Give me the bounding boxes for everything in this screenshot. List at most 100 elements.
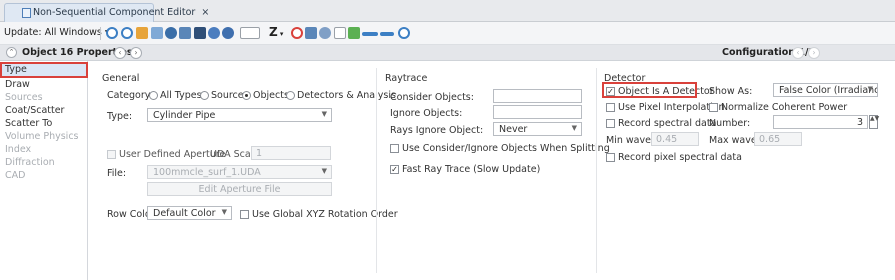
zoom-dropdown[interactable]: Z ▾ [269,25,283,39]
global-rotation-checkbox[interactable] [240,210,249,219]
fast-ray-trace-label: Fast Ray Trace (Slow Update) [402,164,541,175]
grid-icon[interactable] [194,27,206,39]
nav-item-index[interactable]: Index [5,144,31,155]
next-config-icon[interactable]: › [808,47,820,59]
panel-divider [596,68,597,273]
show-as-select[interactable]: False Color (Irradiance) ▼ [773,83,878,97]
show-as-label: Show As: [709,86,753,97]
record-pixel-spectral-checkbox[interactable] [606,153,615,162]
nav-item-draw[interactable]: Draw [5,79,30,90]
pipe-icon[interactable] [305,27,317,39]
number-input[interactable]: 3 [773,115,868,129]
type-select-value: Cylinder Pipe [153,110,216,121]
normalize-coherent-checkbox[interactable] [709,103,718,112]
uda-scale-input[interactable]: 1 [251,146,331,160]
nav-item-diffraction[interactable]: Diffraction [5,157,55,168]
min-wave-label: Min wave: [606,135,655,146]
rays-ignore-select[interactable]: Never ▼ [493,122,582,136]
category-detectors-radio[interactable] [286,91,295,100]
number-label: Number: [709,118,751,129]
consider-objects-input[interactable] [493,89,582,103]
chevron-down-icon: ▼ [321,167,327,175]
ray-trace-icon[interactable] [165,27,177,39]
fast-ray-trace-checkbox[interactable]: ✓ [390,165,399,174]
row-color-value: Default Color [153,208,216,219]
reload-icon[interactable] [121,27,133,39]
refresh-icon[interactable] [106,27,118,39]
wizard-icon[interactable] [151,27,163,39]
record-spectral-label: Record spectral data [618,118,717,129]
max-wave-input[interactable]: 0.65 [754,132,802,146]
category-sources-radio[interactable] [200,91,209,100]
file-label: File: [107,168,127,179]
cancel-icon[interactable] [291,27,303,39]
category-all-types-radio[interactable] [149,91,158,100]
use-consider-checkbox[interactable] [390,144,399,153]
normalize-coherent-label: Normalize Coherent Power [721,102,848,113]
lens-icon[interactable] [319,27,331,39]
file-select-value: 100mmcle_surf_1.UDA [153,167,261,178]
type-select[interactable]: Cylinder Pipe ▼ [147,108,332,122]
general-title: General [102,73,140,84]
chevron-down-icon: ▼ [571,124,577,132]
record-spectral-checkbox[interactable] [606,119,615,128]
cad-icon[interactable] [240,27,260,39]
toolbar-divider [100,27,101,40]
use-consider-label: Use Consider/Ignore Objects When Splitti… [402,143,610,154]
layout-3d-icon[interactable] [222,27,234,39]
close-icon[interactable]: × [201,7,209,18]
type-label: Type: [107,111,133,122]
chevron-down-icon: ▼ [221,208,227,216]
edit-aperture-button[interactable]: Edit Aperture File [147,182,332,196]
rays-ignore-label: Rays Ignore Object: [390,125,484,136]
arrow-right-icon[interactable] [380,32,394,36]
nav-item-sources[interactable]: Sources [5,92,43,103]
ignore-objects-label: Ignore Objects: [390,108,463,119]
previous-config-icon[interactable]: ‹ [792,47,804,59]
row-color-select[interactable]: Default Color ▼ [147,206,232,220]
previous-object-icon[interactable]: ‹ [114,47,126,59]
next-object-icon[interactable]: › [130,47,142,59]
consider-objects-label: Consider Objects: [390,92,474,103]
show-as-value: False Color (Irradiance) [779,85,878,96]
category-label: Category: [107,90,153,101]
help-icon[interactable] [398,27,410,39]
document-tab-strip: Non-Sequential Component Editor × [0,0,895,22]
update-dropdown[interactable]: Update: All Windows ▾ [4,27,110,38]
type-highlight-box [0,62,88,78]
editor-icon [22,8,31,18]
properties-bar: ⌃ Object 16 Properties ‹ › Configuration… [0,45,895,61]
tab-nsc-editor[interactable]: Non-Sequential Component Editor × [4,3,209,22]
min-wave-input[interactable]: 0.45 [651,132,699,146]
detector-highlight-box [602,82,697,98]
nav-item-cad[interactable]: CAD [5,170,25,181]
dollar-icon[interactable] [348,27,360,39]
update-label: Update: All Windows [4,27,102,38]
panel-divider [376,68,377,273]
pixel-interpolation-checkbox[interactable] [606,103,615,112]
chevron-down-icon: ▼ [867,85,873,93]
tab-title: Non-Sequential Component Editor [33,7,196,18]
category-detectors-label: Detectors & Analysis [297,90,396,101]
ignore-objects-input[interactable] [493,105,582,119]
blank-icon[interactable] [334,27,346,39]
file-select[interactable]: 100mmcle_surf_1.UDA ▼ [147,165,332,179]
shaded-model-icon[interactable] [208,27,220,39]
properties-nav: Type Draw Sources Coat/Scatter Scatter T… [0,61,88,280]
rays-ignore-value: Never [499,124,528,135]
category-objects-radio[interactable] [242,91,251,100]
detector-viewer-icon[interactable] [179,27,191,39]
raytrace-title: Raytrace [385,73,428,84]
user-defined-aperture-checkbox[interactable] [107,150,116,159]
nav-item-coat-scatter[interactable]: Coat/Scatter [5,105,64,116]
number-spinner-icon[interactable]: ▲▼ [869,115,879,129]
link-icon[interactable] [362,32,378,36]
collapse-icon[interactable]: ⌃ [6,47,17,58]
nav-item-scatter-to[interactable]: Scatter To [5,118,52,129]
nav-item-volume-physics[interactable]: Volume Physics [5,131,79,142]
record-pixel-spectral-label: Record pixel spectral data [618,152,742,163]
category-objects-label: Objects [253,90,289,101]
max-wave-label: Max wave: [709,135,760,146]
category-all-types-label: All Types [160,90,202,101]
layout-icon[interactable] [136,27,148,39]
